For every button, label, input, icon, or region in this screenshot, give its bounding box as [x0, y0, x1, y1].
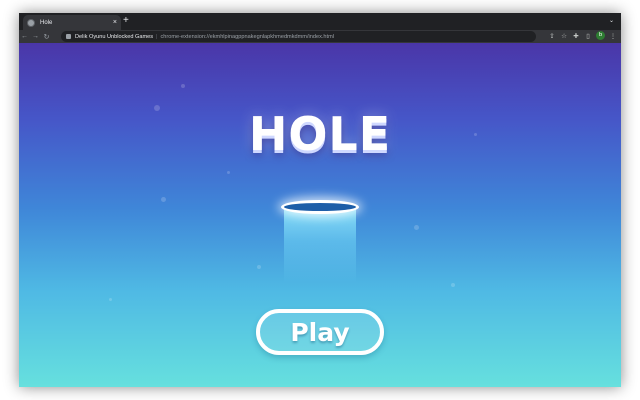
browser-window: Hole × + ⌄ ← → ↻ Delik Oyunu Unblocked G…: [19, 13, 621, 387]
bg-sparkle: [227, 171, 230, 174]
game-canvas[interactable]: HOLE Play: [19, 43, 621, 387]
toolbar-actions: ⇪ ☆ ✚ ▯ b ⋮: [548, 31, 617, 40]
game-title: HOLE: [248, 107, 392, 161]
tab-hole[interactable]: Hole ×: [23, 15, 121, 30]
new-tab-button[interactable]: +: [123, 16, 129, 26]
reload-button[interactable]: ↻: [41, 33, 52, 41]
address-bar[interactable]: Delik Oyunu Unblocked Games | chrome-ext…: [61, 31, 536, 42]
back-button[interactable]: ←: [19, 33, 30, 40]
play-label: Play: [290, 317, 350, 347]
bg-sparkle: [109, 298, 112, 301]
menu-icon[interactable]: ⋮: [609, 32, 617, 40]
play-button[interactable]: Play: [256, 309, 384, 355]
tab-search-icon[interactable]: ⌄: [609, 17, 614, 24]
share-icon[interactable]: ⇪: [548, 32, 556, 40]
hole-rim: [281, 200, 359, 214]
bookmark-star-icon[interactable]: ☆: [560, 32, 568, 40]
bg-sparkle: [414, 225, 419, 230]
close-icon[interactable]: ×: [113, 19, 117, 26]
omnibox-separator: |: [156, 33, 158, 40]
bg-sparkle: [451, 283, 455, 287]
side-panel-icon[interactable]: ▯: [584, 32, 592, 40]
hole-light-beam: [284, 207, 356, 283]
bg-sparkle: [257, 265, 261, 269]
tab-strip: Hole × + ⌄: [19, 13, 621, 30]
tab-title: Hole: [40, 19, 53, 26]
site-name: Delik Oyunu Unblocked Games: [75, 33, 154, 40]
game-favicon-icon: [27, 18, 35, 27]
bg-sparkle: [181, 84, 185, 88]
hole-logo-icon: [281, 198, 359, 283]
forward-button[interactable]: →: [30, 33, 41, 40]
extension-icon: [66, 34, 71, 39]
bg-sparkle: [161, 197, 166, 202]
extensions-puzzle-icon[interactable]: ✚: [572, 32, 580, 40]
profile-avatar[interactable]: b: [596, 31, 605, 40]
url-text[interactable]: chrome-extension://ekmhlpinagppnakegnlap…: [161, 34, 335, 40]
browser-toolbar: ← → ↻ Delik Oyunu Unblocked Games | chro…: [19, 30, 621, 43]
